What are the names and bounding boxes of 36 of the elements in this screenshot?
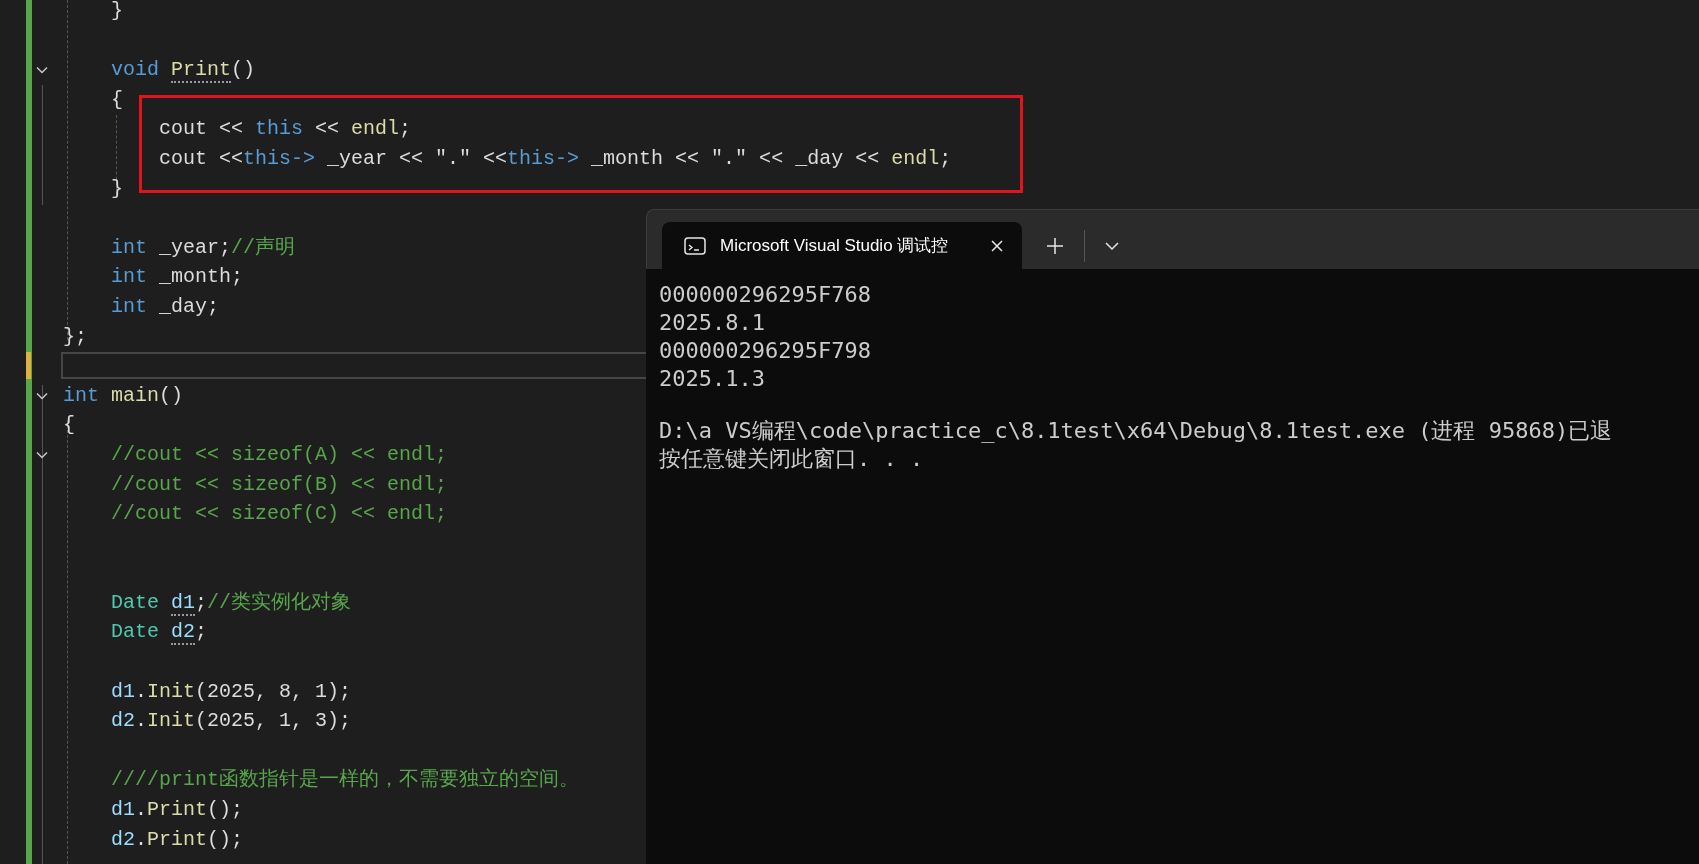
code-line: void Print() <box>110 58 256 84</box>
output-line: 2025.8.1 <box>659 309 766 337</box>
output-line: 000000296295F798 <box>659 337 872 365</box>
code-line: } <box>110 0 123 22</box>
code-line: cout <<this-> _year << "." <<this-> _month << "." << _day << endl; <box>158 146 952 170</box>
close-icon[interactable] <box>990 238 1004 253</box>
code-line: //cout << sizeof(A) << endl; <box>110 442 448 466</box>
change-marker <box>26 352 31 380</box>
code-line: Date d2; <box>110 620 208 646</box>
code-line: d1.Print(); <box>110 798 244 822</box>
code-line: cout << this << endl; <box>158 117 412 141</box>
code-line: } <box>110 176 123 200</box>
code-line: //cout << sizeof(B) << endl; <box>110 472 448 496</box>
code-line: { <box>63 413 75 437</box>
terminal-tab[interactable]: Microsoft Visual Studio 调试控 <box>662 222 1022 269</box>
console-message: D:\a VS编程\code\practice_c\8.1test\x64\Debug\8.1test.exe (进程 95868)已退 <box>659 417 1614 445</box>
code-line: d1.Init(2025, 8, 1); <box>110 679 352 703</box>
code-line: d2.Init(2025, 1, 3); <box>110 709 352 733</box>
plus-icon[interactable] <box>1046 236 1064 255</box>
chevron-down-icon[interactable] <box>1105 240 1119 251</box>
code-line: Date d1;//类实例化对象 <box>110 590 352 616</box>
code-line: int _year;//声明 <box>110 235 296 259</box>
chevron-down-icon[interactable] <box>36 449 48 461</box>
code-line: //cout << sizeof(C) << endl; <box>110 502 448 526</box>
code-line: { <box>110 87 123 111</box>
console-message: 按任意键关闭此窗口. . . <box>659 445 925 473</box>
output-line: 000000296295F768 <box>659 281 872 309</box>
code-line: int main() <box>63 383 184 407</box>
code-line: int _month; <box>110 265 244 289</box>
code-line: }; <box>63 324 87 348</box>
code-line: d2.Print(); <box>110 827 244 851</box>
code-line: ////print函数指针是一样的，不需要独立的空间。 <box>110 768 580 792</box>
tab-title: Microsoft Visual Studio 调试控 <box>720 234 950 257</box>
output-line: 2025.1.3 <box>659 365 766 393</box>
terminal-icon <box>684 236 706 255</box>
code-line: int _day; <box>110 294 220 318</box>
